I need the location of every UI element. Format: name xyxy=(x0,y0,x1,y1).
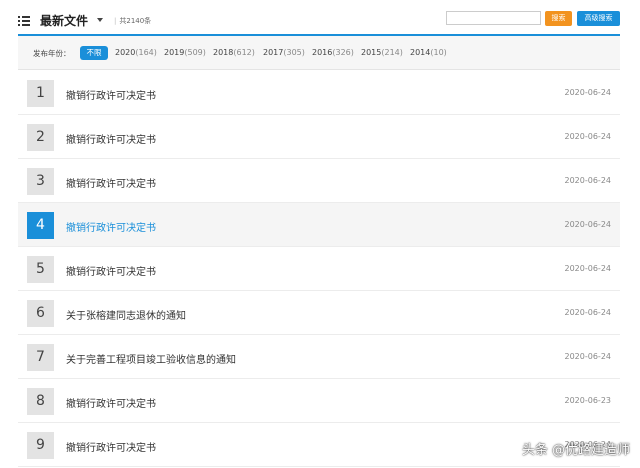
year-value: 2018 xyxy=(213,48,234,57)
advanced-search-button[interactable]: 高级搜索 xyxy=(577,11,620,26)
header-bar: 最新文件 | 共2140条 搜索 高级搜索 xyxy=(18,8,620,36)
list-item-hovered[interactable]: 4 撤销行政许可决定书 2020-06-24 xyxy=(18,203,620,247)
result-count: | 共2140条 xyxy=(114,17,152,25)
list-icon xyxy=(18,16,30,26)
document-title-link[interactable]: 关于张榕建同志退休的通知 xyxy=(66,307,186,322)
item-number: 6 xyxy=(27,300,54,327)
year-option-2017[interactable]: 2017(305) xyxy=(263,48,305,57)
document-date: 2020-06-24 xyxy=(564,88,612,97)
list-item[interactable]: 5 撤销行政许可决定书 2020-06-24 xyxy=(18,247,620,291)
document-list: 1 撤销行政许可决定书 2020-06-24 2 撤销行政许可决定书 2020-… xyxy=(18,71,620,467)
document-title-link[interactable]: 关于完善工程项目竣工验收信息的通知 xyxy=(66,351,236,366)
year-option-2015[interactable]: 2015(214) xyxy=(361,48,403,57)
year-count: (164) xyxy=(135,48,157,57)
year-count: (612) xyxy=(233,48,255,57)
watermark: 头条 @优路建造师 xyxy=(521,443,630,458)
list-item[interactable]: 1 撤销行政许可决定书 2020-06-24 xyxy=(18,71,620,115)
year-value: 2017 xyxy=(263,48,284,57)
year-value: 2016 xyxy=(312,48,333,57)
list-item[interactable]: 8 撤销行政许可决定书 2020-06-23 xyxy=(18,379,620,423)
year-count: (305) xyxy=(283,48,305,57)
document-date: 2020-06-24 xyxy=(564,220,612,229)
result-count-text: 共2140条 xyxy=(119,17,152,25)
document-title-link[interactable]: 撤销行政许可决定书 xyxy=(66,87,156,102)
year-value: 2015 xyxy=(361,48,382,57)
year-option-2019[interactable]: 2019(509) xyxy=(164,48,206,57)
chevron-down-icon[interactable] xyxy=(97,18,103,22)
year-filter: 发布年份： 不限 2020(164) 2019(509) 2018(612) 2… xyxy=(18,36,620,70)
document-title-link[interactable]: 撤销行政许可决定书 xyxy=(66,395,156,410)
document-date: 2020-06-24 xyxy=(564,176,612,185)
list-item[interactable]: 2 撤销行政许可决定书 2020-06-24 xyxy=(18,115,620,159)
document-date: 2020-06-24 xyxy=(564,308,612,317)
document-title-link[interactable]: 撤销行政许可决定书 xyxy=(66,175,156,190)
year-option-all[interactable]: 不限 xyxy=(80,46,108,60)
year-option-2020[interactable]: 2020(164) xyxy=(115,48,157,57)
year-value: 2019 xyxy=(164,48,185,57)
document-date: 2020-06-24 xyxy=(564,264,612,273)
item-number: 4 xyxy=(27,212,54,239)
year-value: 2014 xyxy=(410,48,431,57)
item-number: 7 xyxy=(27,344,54,371)
item-number: 8 xyxy=(27,388,54,415)
document-title-link[interactable]: 撤销行政许可决定书 xyxy=(66,439,156,454)
document-title-link[interactable]: 撤销行政许可决定书 xyxy=(66,219,156,234)
year-option-2016[interactable]: 2016(326) xyxy=(312,48,354,57)
document-title-link[interactable]: 撤销行政许可决定书 xyxy=(66,263,156,278)
document-date: 2020-06-24 xyxy=(564,132,612,141)
page-title: 最新文件 xyxy=(40,14,89,28)
document-title-link[interactable]: 撤销行政许可决定书 xyxy=(66,131,156,146)
list-item[interactable]: 7 关于完善工程项目竣工验收信息的通知 2020-06-24 xyxy=(18,335,620,379)
list-item[interactable]: 3 撤销行政许可决定书 2020-06-24 xyxy=(18,159,620,203)
year-option-2014[interactable]: 2014(10) xyxy=(410,48,447,57)
item-number: 2 xyxy=(27,124,54,151)
item-number: 1 xyxy=(27,80,54,107)
item-number: 3 xyxy=(27,168,54,195)
year-count: (214) xyxy=(381,48,403,57)
item-number: 5 xyxy=(27,256,54,283)
search-button[interactable]: 搜索 xyxy=(545,11,572,26)
search-input[interactable] xyxy=(446,11,541,25)
year-value: 2020 xyxy=(115,48,136,57)
document-date: 2020-06-24 xyxy=(564,352,612,361)
list-item[interactable]: 6 关于张榕建同志退休的通知 2020-06-24 xyxy=(18,291,620,335)
year-count: (509) xyxy=(184,48,206,57)
year-count: (326) xyxy=(332,48,354,57)
year-option-2018[interactable]: 2018(612) xyxy=(213,48,255,57)
document-date: 2020-06-23 xyxy=(564,396,612,405)
filter-label: 发布年份： xyxy=(33,49,71,58)
item-number: 9 xyxy=(27,432,54,459)
year-count: (10) xyxy=(430,48,447,57)
